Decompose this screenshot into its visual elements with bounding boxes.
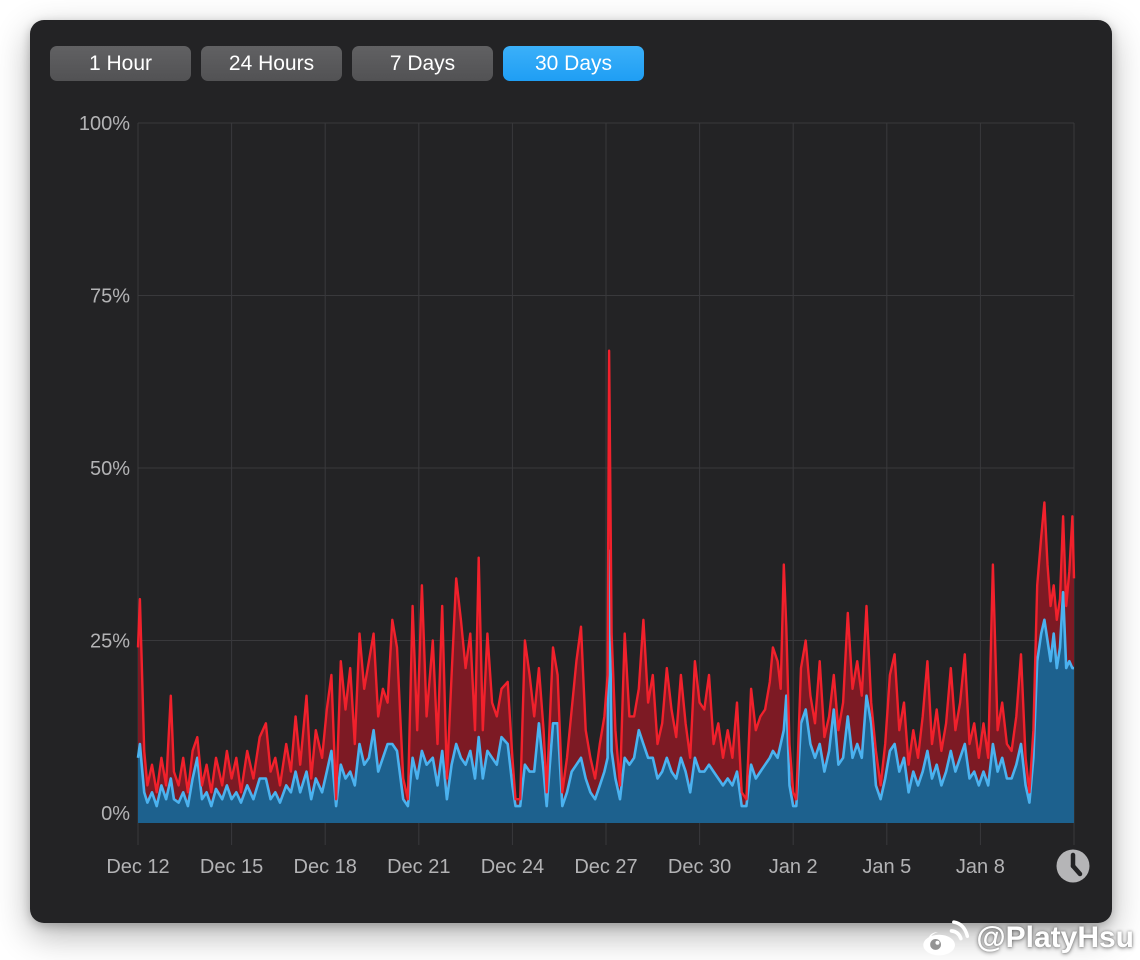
watermark-text: @PlatyHsu [976,921,1134,955]
cpu-usage-chart: 0% 25% 50% 75% 100% Dec 12 Dec 15 Dec 18 Dec 21 D… [30,20,1112,923]
time-range-button-30-days[interactable]: 30 Days [503,46,644,81]
y-tick-label: 50% [90,458,130,480]
x-tick-label: Jan 8 [956,856,1005,878]
time-range-button-7-days[interactable]: 7 Days [352,46,493,81]
time-range-toolbar: 1 Hour 24 Hours 7 Days 30 Days [50,46,644,81]
watermark: @PlatyHsu [921,918,1134,958]
x-tick-label: Dec 21 [387,856,450,878]
x-tick-label: Jan 5 [862,856,911,878]
y-tick-label: 75% [90,286,130,308]
clock-icon[interactable] [1057,850,1090,883]
x-tick-label: Dec 30 [668,856,731,878]
usage-history-panel: 0% 25% 50% 75% 100% Dec 12 Dec 15 Dec 18 Dec 21 D… [30,20,1112,923]
x-tick-label: Dec 18 [294,856,357,878]
x-tick-label: Dec 15 [200,856,263,878]
x-tick-label: Dec 27 [574,856,637,878]
x-tick-label: Dec 12 [106,856,169,878]
y-tick-label: 25% [90,631,130,653]
x-tick-label: Dec 24 [481,856,544,878]
x-tick-label: Jan 2 [769,856,818,878]
weibo-icon [921,918,969,958]
y-tick-label: 100% [79,113,130,135]
time-range-button-24-hours[interactable]: 24 Hours [201,46,342,81]
y-tick-label: 0% [101,803,130,825]
time-range-button-1-hour[interactable]: 1 Hour [50,46,191,81]
